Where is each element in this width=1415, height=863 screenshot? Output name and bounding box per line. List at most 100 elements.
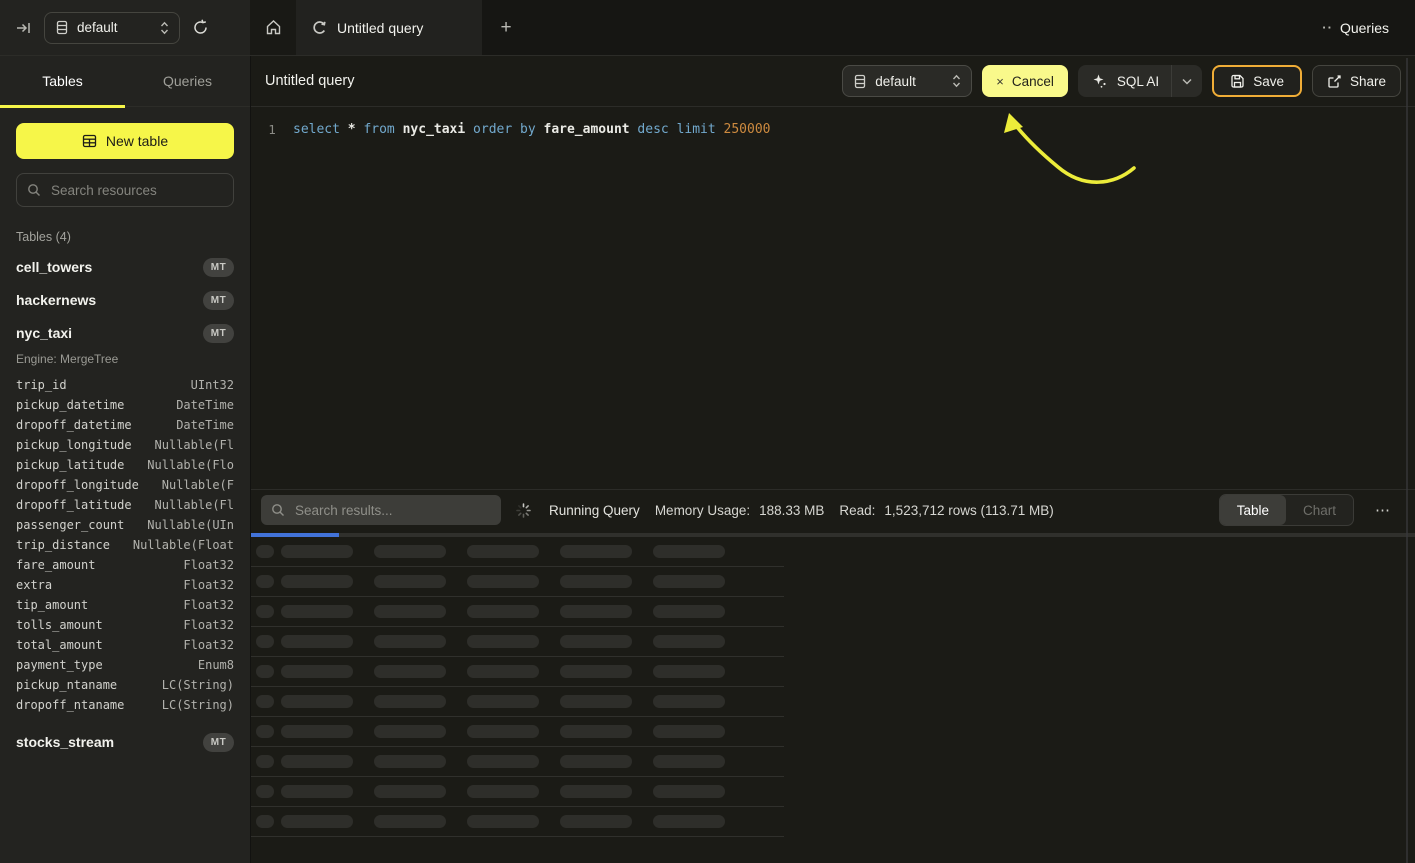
refresh-button[interactable] bbox=[188, 15, 213, 40]
skeleton-cell bbox=[560, 815, 632, 828]
sql-ai-button[interactable]: SQL AI bbox=[1078, 65, 1202, 97]
save-button[interactable]: Save bbox=[1212, 65, 1302, 97]
column-row[interactable]: dropoff_ntanameLC(String) bbox=[16, 695, 234, 715]
tab-untitled-query[interactable]: Untitled query bbox=[296, 0, 482, 55]
engine-badge: MT bbox=[203, 258, 234, 277]
column-row[interactable]: pickup_datetimeDateTime bbox=[16, 395, 234, 415]
skeleton-cell bbox=[256, 605, 274, 618]
cancel-button[interactable]: × Cancel bbox=[982, 65, 1068, 97]
sql-token-identifier: fare_amount bbox=[544, 122, 638, 137]
column-row[interactable]: tolls_amountFloat32 bbox=[16, 615, 234, 635]
column-type: Float32 bbox=[183, 598, 234, 612]
sidebar-tab-tables-label: Tables bbox=[42, 73, 82, 89]
column-name: trip_distance bbox=[16, 538, 110, 552]
column-row[interactable]: pickup_latitudeNullable(Flo bbox=[16, 455, 234, 475]
skeleton-row bbox=[251, 807, 784, 837]
database-icon bbox=[853, 74, 867, 89]
table-item-hackernews[interactable]: hackernews MT bbox=[16, 290, 234, 310]
skeleton-cell bbox=[653, 755, 725, 768]
view-tab-chart[interactable]: Chart bbox=[1286, 495, 1353, 525]
queries-icon: ·· bbox=[1322, 20, 1333, 35]
tab-label: Untitled query bbox=[337, 20, 423, 36]
column-row[interactable]: trip_idUInt32 bbox=[16, 375, 234, 395]
query-running-icon bbox=[312, 20, 327, 35]
column-name: pickup_datetime bbox=[16, 398, 124, 412]
results-search-input[interactable] bbox=[293, 502, 491, 519]
cancel-button-label: Cancel bbox=[1012, 74, 1054, 89]
sidebar-tab-tables[interactable]: Tables bbox=[0, 56, 125, 106]
column-row[interactable]: total_amountFloat32 bbox=[16, 635, 234, 655]
skeleton-cell bbox=[653, 725, 725, 738]
column-row[interactable]: fare_amountFloat32 bbox=[16, 555, 234, 575]
new-table-button-label: New table bbox=[106, 133, 168, 149]
column-name: dropoff_latitude bbox=[16, 498, 132, 512]
editor-line[interactable]: 1 select * from nyc_taxi order by fare_a… bbox=[251, 118, 1415, 140]
queries-button[interactable]: ·· Queries bbox=[1296, 0, 1415, 55]
skeleton-cell bbox=[560, 665, 632, 678]
skeleton-cell bbox=[653, 665, 725, 678]
skeleton-cell bbox=[467, 665, 539, 678]
results-search[interactable] bbox=[261, 495, 501, 525]
collapse-sidebar-button[interactable] bbox=[12, 16, 36, 40]
query-database-selector[interactable]: default bbox=[842, 65, 972, 97]
collapse-sidebar-icon bbox=[16, 20, 32, 36]
column-row[interactable]: tip_amountFloat32 bbox=[16, 595, 234, 615]
view-tab-table-label: Table bbox=[1237, 503, 1269, 518]
query-header: Untitled query default bbox=[251, 56, 1415, 107]
column-row[interactable]: dropoff_longitudeNullable(F bbox=[16, 475, 234, 495]
spinner-icon bbox=[516, 503, 531, 518]
column-row[interactable]: pickup_ntanameLC(String) bbox=[16, 675, 234, 695]
ellipsis-icon: ⋯ bbox=[1375, 502, 1391, 519]
skeleton-cell bbox=[374, 575, 446, 588]
table-name: cell_towers bbox=[16, 259, 92, 275]
column-row[interactable]: dropoff_latitudeNullable(Fl bbox=[16, 495, 234, 515]
view-tab-table[interactable]: Table bbox=[1220, 495, 1286, 525]
column-name: extra bbox=[16, 578, 52, 592]
sql-token-keyword: order bbox=[473, 122, 520, 137]
database-selector[interactable]: default bbox=[44, 12, 180, 44]
skeleton-cell bbox=[560, 635, 632, 648]
sql-code-line[interactable]: select * from nyc_taxi order by fare_amo… bbox=[293, 122, 771, 137]
memory-usage-metric: Memory Usage: 188.33 MB bbox=[655, 503, 825, 518]
column-type: Float32 bbox=[183, 578, 234, 592]
column-row[interactable]: extra Float32 bbox=[16, 575, 234, 595]
column-row[interactable]: dropoff_datetimeDateTime bbox=[16, 415, 234, 435]
more-options-button[interactable]: ⋯ bbox=[1369, 499, 1397, 521]
skeleton-cell bbox=[281, 755, 353, 768]
share-button[interactable]: Share bbox=[1312, 65, 1401, 97]
table-item-stocks-stream[interactable]: stocks_stream MT bbox=[16, 732, 234, 752]
skeleton-cell bbox=[374, 635, 446, 648]
new-table-button[interactable]: New table bbox=[16, 123, 234, 159]
engine-badge: MT bbox=[203, 733, 234, 752]
skeleton-cell bbox=[467, 695, 539, 708]
table-item-cell-towers[interactable]: cell_towers MT bbox=[16, 257, 234, 277]
results-loading-skeleton bbox=[251, 537, 784, 837]
skeleton-cell bbox=[467, 785, 539, 798]
column-row[interactable]: passenger_countNullable(UIn bbox=[16, 515, 234, 535]
chevron-down-icon[interactable] bbox=[1172, 78, 1202, 85]
new-tab-button[interactable]: + bbox=[482, 0, 530, 55]
scrollbar[interactable] bbox=[1406, 58, 1408, 863]
column-type: Nullable(F bbox=[162, 478, 234, 492]
refresh-icon bbox=[192, 19, 209, 36]
column-row[interactable]: pickup_longitudeNullable(Fl bbox=[16, 435, 234, 455]
home-tab-button[interactable] bbox=[250, 0, 296, 55]
view-tab-chart-label: Chart bbox=[1303, 503, 1336, 518]
skeleton-cell bbox=[467, 635, 539, 648]
table-name: hackernews bbox=[16, 292, 96, 308]
resource-search[interactable] bbox=[16, 173, 234, 207]
sparkle-icon bbox=[1092, 73, 1108, 89]
skeleton-row bbox=[251, 657, 784, 687]
line-number: 1 bbox=[251, 122, 293, 137]
table-item-nyc-taxi[interactable]: nyc_taxi MT bbox=[16, 323, 234, 343]
sidebar-tab-queries[interactable]: Queries bbox=[125, 56, 250, 106]
resource-search-input[interactable] bbox=[49, 182, 223, 199]
sql-editor[interactable]: 1 select * from nyc_taxi order by fare_a… bbox=[251, 107, 1415, 140]
memory-usage-value: 188.33 MB bbox=[759, 503, 824, 518]
column-type: Nullable(Float bbox=[133, 538, 234, 552]
main-panel: Untitled query default bbox=[250, 56, 1415, 863]
column-row[interactable]: payment_typeEnum8 bbox=[16, 655, 234, 675]
skeleton-cell bbox=[256, 545, 274, 558]
column-row[interactable]: trip_distance Nullable(Float bbox=[16, 535, 234, 555]
chevron-updown-icon bbox=[952, 74, 961, 88]
